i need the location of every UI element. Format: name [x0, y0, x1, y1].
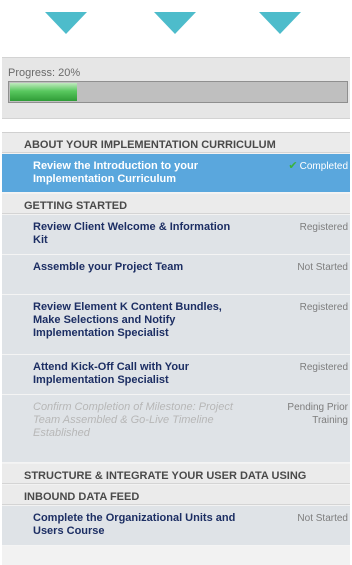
curriculum-item-pending[interactable]: Confirm Completion of Milestone: Project…: [2, 395, 350, 463]
step-arrow-icon: [259, 12, 301, 34]
section-header-structure: STRUCTURE & INTEGRATE YOUR USER DATA USI…: [2, 464, 350, 484]
step-arrows: [0, 0, 352, 44]
item-title: Confirm Completion of Milestone: Project…: [33, 401, 233, 439]
item-title: Review Element K Content Bundles, Make S…: [33, 301, 222, 339]
status-text: Completed: [299, 161, 348, 172]
curriculum-item[interactable]: Review Element K Content Bundles, Make S…: [2, 295, 350, 355]
item-title: Complete the Organizational Units and Us…: [33, 512, 236, 537]
curriculum-item[interactable]: Complete the Organizational Units and Us…: [2, 506, 350, 546]
item-title: Attend Kick-Off Call with Your Implement…: [33, 361, 190, 386]
curriculum-item[interactable]: Attend Kick-Off Call with Your Implement…: [2, 355, 350, 395]
progress-panel: Progress: 20%: [2, 57, 350, 119]
curriculum-item[interactable]: Assemble your Project Team Not Started: [2, 255, 350, 295]
step-arrow-icon: [154, 12, 196, 34]
item-status: Not Started: [297, 513, 348, 524]
curriculum-list: ABOUT YOUR IMPLEMENTATION CURRICULUM Rev…: [2, 132, 350, 565]
section-header-getting-started: GETTING STARTED: [2, 194, 350, 214]
item-status: Registered: [299, 362, 348, 373]
item-status: Registered: [299, 302, 348, 313]
item-title: Assemble your Project Team: [33, 261, 184, 273]
item-status: Registered: [299, 222, 348, 233]
section-header-about: ABOUT YOUR IMPLEMENTATION CURRICULUM: [2, 133, 350, 153]
item-title: Review the Introduction to your Implemen…: [33, 160, 199, 185]
step-arrow-icon: [45, 12, 87, 34]
progress-bar: [8, 81, 348, 103]
curriculum-item[interactable]: Review Client Welcome & Information Kit …: [2, 215, 350, 255]
progress-label: Progress: 20%: [8, 67, 81, 79]
curriculum-item[interactable]: Review the Introduction to your Implemen…: [2, 154, 350, 193]
item-title: Review Client Welcome & Information Kit: [33, 221, 231, 246]
item-status: Not Started: [297, 262, 348, 273]
checkmark-icon: ✔: [288, 160, 298, 172]
item-status: Pending Prior Training: [287, 402, 348, 426]
item-status: ✔ Completed: [288, 160, 348, 173]
section-header-inbound: INBOUND DATA FEED: [2, 485, 350, 505]
progress-bar-fill: [10, 83, 77, 101]
